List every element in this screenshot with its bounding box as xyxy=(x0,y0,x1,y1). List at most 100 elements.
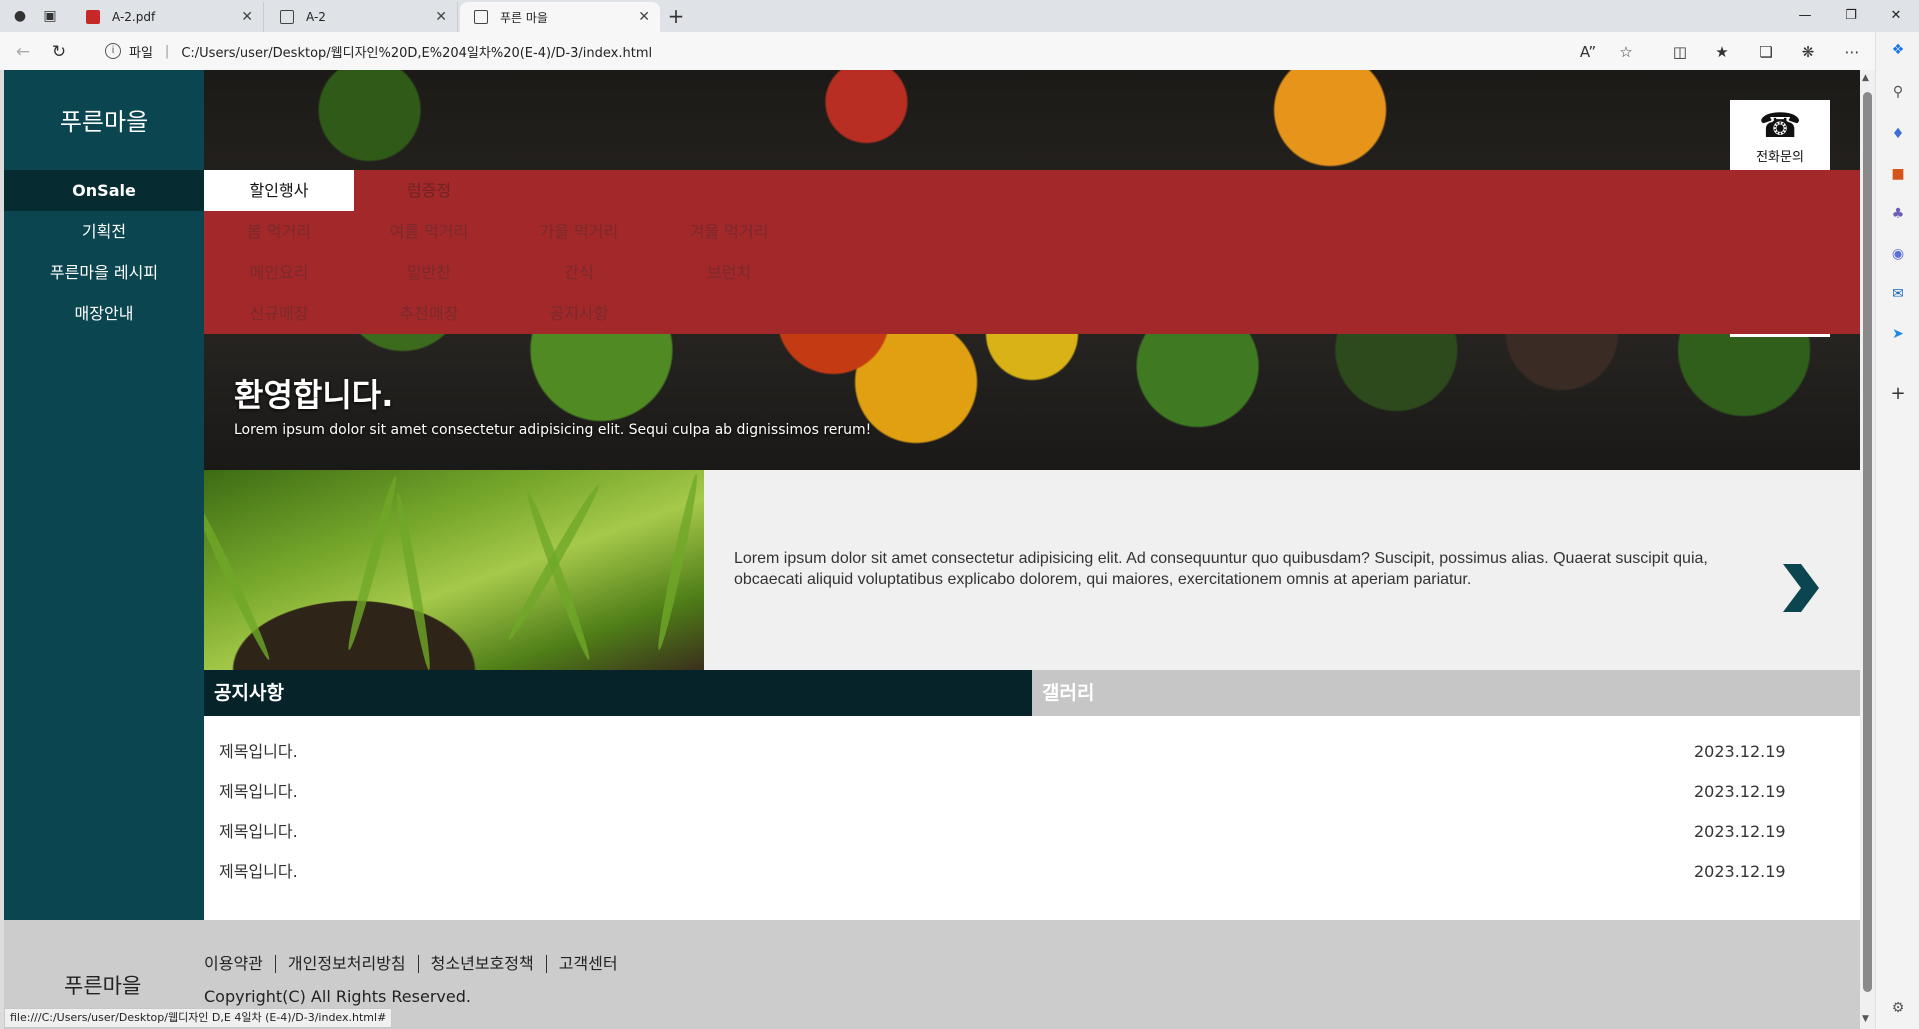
menu-item-snack[interactable]: 간식 xyxy=(504,252,654,293)
notice-title[interactable]: 제목입니다. xyxy=(219,812,298,852)
games-icon[interactable]: ♣ xyxy=(1888,204,1908,224)
sidebar-item-onsale[interactable]: OnSale xyxy=(4,170,204,211)
back-button[interactable]: ← xyxy=(10,39,36,65)
sidebar-item-exhibition[interactable]: 기획전 xyxy=(4,211,204,252)
tab-notice[interactable]: 공지사항 xyxy=(204,670,1032,716)
outlook-icon[interactable]: ✉ xyxy=(1888,284,1908,304)
footer-link-privacy[interactable]: 개인정보처리방침 xyxy=(276,955,419,973)
read-aloud-icon[interactable]: A” xyxy=(1576,40,1600,64)
menu-item-new-store[interactable]: 신규매장 xyxy=(204,293,354,334)
sidebar-item-recipe[interactable]: 푸른마을 레시피 xyxy=(4,252,204,293)
menu-item-spring[interactable]: 봄 먹거리 xyxy=(204,211,354,252)
notice-title[interactable]: 제목입니다. xyxy=(219,852,298,892)
url-scheme-label: 파일 xyxy=(129,45,153,61)
scrollbar-thumb[interactable] xyxy=(1863,92,1872,992)
notice-date: 2023.12.19 xyxy=(1694,862,1786,881)
menu-item-autumn[interactable]: 가을 먹거리 xyxy=(504,211,654,252)
menu-item-summer[interactable]: 여름 먹거리 xyxy=(354,211,504,252)
notice-title[interactable]: 제목입니다. xyxy=(219,732,298,772)
url-text: C:/Users/user/Desktop/웹디자인%20D,E%204일차%2… xyxy=(181,45,653,61)
add-icon[interactable]: + xyxy=(1888,384,1908,404)
sidebar-item-store-info[interactable]: 매장안내 xyxy=(4,293,204,334)
close-tab-icon[interactable]: ✕ xyxy=(435,9,447,25)
site-sidebar: 푸른마을 OnSale 기획전 푸른마을 레시피 매장안내 xyxy=(4,70,204,920)
menu-item-gift[interactable]: 럼증정 xyxy=(354,170,504,211)
browser-tab-active[interactable]: 푸른 마을 ✕ xyxy=(460,2,660,32)
menu-item-brunch[interactable]: 브런치 xyxy=(654,252,804,293)
footer-link-youth-policy[interactable]: 청소년보호정책 xyxy=(419,955,547,973)
menu-item-recommended-store[interactable]: 추천매장 xyxy=(354,293,504,334)
info-icon[interactable]: i xyxy=(105,43,121,59)
url-field[interactable]: i 파일 | C:/Users/user/Desktop/웹디자인%20D,E%… xyxy=(105,36,1640,66)
footer-link-support[interactable]: 고객센터 xyxy=(547,955,630,973)
collections-icon[interactable]: ❏ xyxy=(1754,40,1778,64)
phone-inquiry-button[interactable]: ☎ 전화문의 xyxy=(1730,100,1830,170)
list-item[interactable]: 제목입니다. 2023.12.19 xyxy=(204,772,1860,812)
list-item[interactable]: 제목입니다. 2023.12.19 xyxy=(204,732,1860,772)
send-icon[interactable]: ➤ xyxy=(1888,324,1908,344)
notice-title[interactable]: 제목입니다. xyxy=(219,772,298,812)
menu-row: 봄 먹거리 여름 먹거리 가을 먹거리 겨울 먹거리 xyxy=(204,211,804,252)
shopping-tag-icon[interactable]: ♦ xyxy=(1888,124,1908,144)
tab-title: 푸른 마을 xyxy=(500,10,548,25)
browser-side-panel: ❖ ⚲ ♦ ■ ♣ ◉ ✉ ➤ + ⚙ xyxy=(1875,32,1919,1029)
browser-address-bar: ← ↻ i 파일 | C:/Users/user/Desktop/웹디자인%20… xyxy=(0,32,1919,70)
document-icon xyxy=(280,10,294,24)
feature-section: Lorem ipsum dolor sit amet consectetur a… xyxy=(204,470,1860,670)
footer-links: 이용약관 개인정보처리방침 청소년보호정책 고객센터 xyxy=(204,955,630,973)
tab-actions-icon[interactable]: ▣ xyxy=(38,4,62,28)
scroll-up-icon[interactable]: ▲ xyxy=(1862,73,1869,83)
list-item[interactable]: 제목입니다. 2023.12.19 xyxy=(204,812,1860,852)
close-tab-icon[interactable]: ✕ xyxy=(638,9,650,25)
dropdown-menu-panel: 할인행사 럼증정 봄 먹거리 여름 먹거리 가을 먹거리 겨울 먹거리 메인요리… xyxy=(204,170,1860,334)
profile-icon[interactable]: ● xyxy=(8,4,32,28)
split-screen-icon[interactable]: ◫ xyxy=(1668,40,1692,64)
hero-subtitle: Lorem ipsum dolor sit amet consectetur a… xyxy=(234,422,872,438)
menu-item-winter[interactable]: 겨울 먹거리 xyxy=(654,211,804,252)
menu-item-notice[interactable]: 공지사항 xyxy=(504,293,654,334)
menu-row: 할인행사 럼증정 xyxy=(204,170,504,211)
menu-item-sale-event[interactable]: 할인행사 xyxy=(204,170,354,211)
microsoft-365-icon[interactable]: ◉ xyxy=(1888,244,1908,264)
feature-description: Lorem ipsum dolor sit amet consectetur a… xyxy=(734,550,1708,588)
menu-item-main-dish[interactable]: 메인요리 xyxy=(204,252,354,293)
browser-tab-bar: ● ▣ A-2.pdf ✕ A-2 ✕ 푸른 마을 ✕ + — ❐ ✕ xyxy=(0,0,1919,32)
tab-gallery[interactable]: 갤러리 xyxy=(1032,670,1860,716)
search-icon[interactable]: ⚲ xyxy=(1888,82,1908,102)
notice-date: 2023.12.19 xyxy=(1694,782,1786,801)
refresh-button[interactable]: ↻ xyxy=(46,39,72,65)
copilot-icon[interactable]: ❖ xyxy=(1888,40,1908,60)
browser-tab-pdf[interactable]: A-2.pdf ✕ xyxy=(72,2,264,32)
next-arrow-icon[interactable] xyxy=(1769,558,1829,618)
favorite-star-icon[interactable]: ☆ xyxy=(1614,40,1638,64)
phone-label: 전화문의 xyxy=(1756,150,1804,165)
corn-field-image xyxy=(204,470,704,670)
close-window-button[interactable]: ✕ xyxy=(1873,0,1919,32)
menu-row: 메인요리 밑반찬 간식 브런치 xyxy=(204,252,804,293)
tab-title: A-2 xyxy=(306,10,326,24)
settings-gear-icon[interactable]: ⚙ xyxy=(1888,998,1908,1018)
minimize-button[interactable]: — xyxy=(1782,0,1828,32)
status-bar-url: file:///C:/Users/user/Desktop/웹디자인 D,E 4… xyxy=(4,1008,393,1028)
browser-tab-a2[interactable]: A-2 ✕ xyxy=(266,2,458,32)
new-tab-button[interactable]: + xyxy=(664,4,688,28)
close-tab-icon[interactable]: ✕ xyxy=(241,9,253,25)
tools-icon[interactable]: ■ xyxy=(1888,164,1908,184)
menu-item-side-dish[interactable]: 밑반찬 xyxy=(354,252,504,293)
scroll-down-icon[interactable]: ▼ xyxy=(1862,1014,1869,1024)
notice-date: 2023.12.19 xyxy=(1694,742,1786,761)
sidebar-nav: OnSale 기획전 푸른마을 레시피 매장안내 xyxy=(4,170,204,334)
list-item[interactable]: 제목입니다. 2023.12.19 xyxy=(204,852,1860,892)
site-logo[interactable]: 푸른마을 xyxy=(4,102,204,137)
footer-logo: 푸른마을 xyxy=(64,974,142,998)
footer-link-terms[interactable]: 이용약관 xyxy=(204,955,276,973)
copyright-text: Copyright(C) All Rights Reserved. xyxy=(204,987,471,1006)
restore-button[interactable]: ❐ xyxy=(1828,0,1874,32)
favorites-icon[interactable]: ★ xyxy=(1710,40,1734,64)
more-menu-icon[interactable]: ⋯ xyxy=(1840,40,1864,64)
notice-date: 2023.12.19 xyxy=(1694,822,1786,841)
page-viewport: 환영합니다. Lorem ipsum dolor sit amet consec… xyxy=(4,70,1860,1029)
page-scrollbar[interactable]: ▲ ▼ xyxy=(1860,70,1875,1029)
extensions-icon[interactable]: ❋ xyxy=(1796,40,1820,64)
menu-row: 신규매장 추천매장 공지사항 xyxy=(204,293,654,334)
